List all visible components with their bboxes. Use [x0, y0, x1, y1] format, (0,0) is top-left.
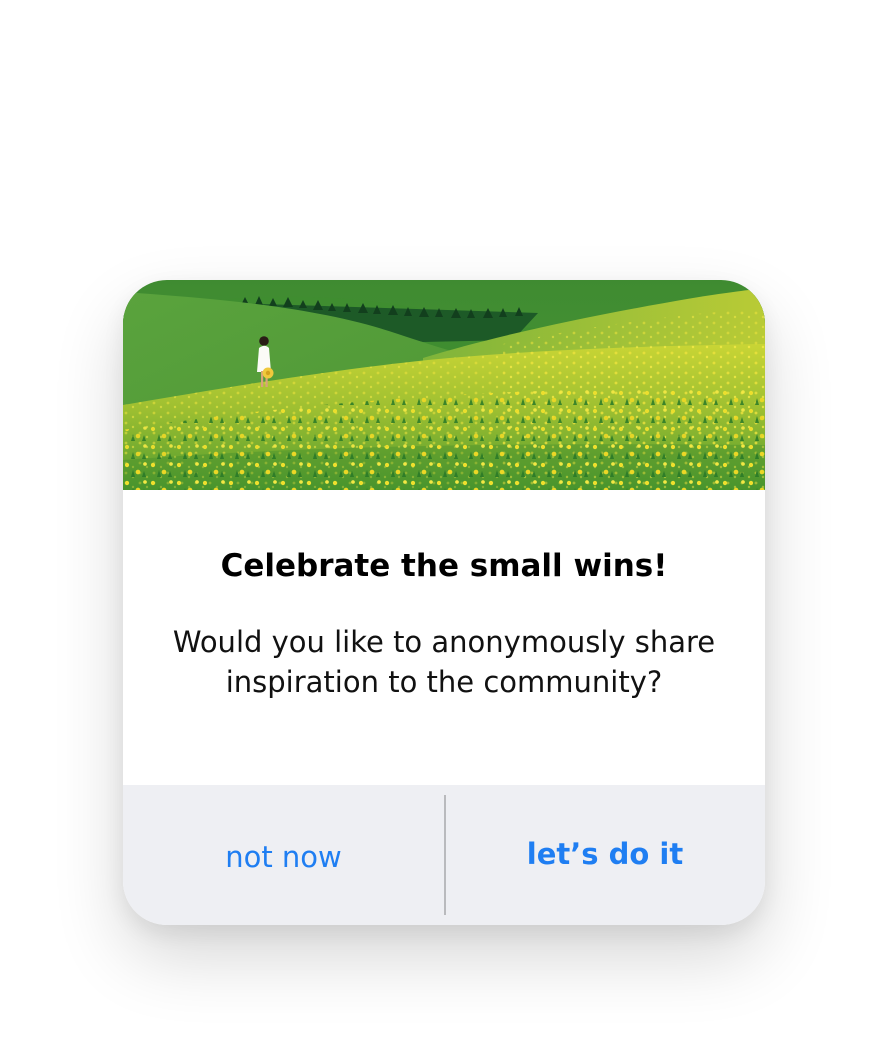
screen: Celebrate the small wins! Would you like… [0, 0, 885, 1050]
dialog-actions: not now let’s do it [123, 785, 765, 925]
dialog-message: Would you like to anonymously share insp… [172, 625, 716, 699]
meadow-illustration [123, 280, 765, 490]
not-now-button[interactable]: not now [123, 785, 444, 925]
dialog-content: Celebrate the small wins! Would you like… [123, 490, 765, 785]
share-dialog: Celebrate the small wins! Would you like… [123, 280, 765, 925]
dialog-title: Celebrate the small wins! [220, 548, 668, 584]
lets-do-it-button[interactable]: let’s do it [445, 785, 765, 925]
